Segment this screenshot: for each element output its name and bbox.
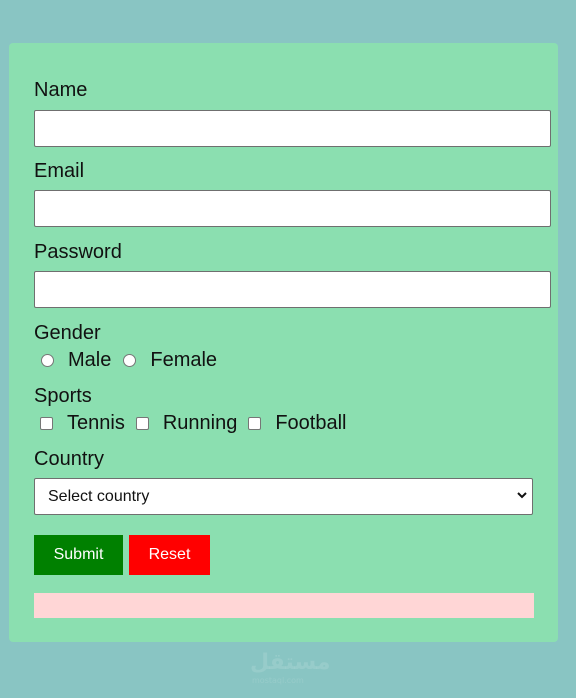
submit-button[interactable]: Submit [34,535,123,575]
reset-button[interactable]: Reset [129,535,210,575]
email-label: Email [34,160,85,182]
sport-tennis-checkbox[interactable] [40,417,53,430]
watermark-logo: مستقل [250,650,331,675]
sports-label: Sports [34,385,92,407]
email-input[interactable] [34,190,551,227]
watermark-domain: mostaql.com [252,676,304,685]
sport-football-checkbox[interactable] [248,417,262,430]
sports-options: Tennis Running Football [40,412,346,435]
gender-female-label: Female [150,349,218,371]
sport-running-label: Running [162,412,238,434]
gender-female-radio[interactable] [123,354,137,367]
form-message [34,593,534,618]
country-select-value: Select country [48,488,150,505]
password-label: Password [34,241,122,263]
sport-football-label: Football [275,412,347,434]
registration-form: Name Email Password Gender Male Female S… [9,43,558,642]
gender-options: Male Female [41,349,217,372]
gender-label: Gender [34,322,101,344]
name-label: Name [34,79,88,101]
country-select[interactable]: Select country [34,478,533,515]
chevron-down-icon [517,492,527,499]
country-label: Country [34,448,105,470]
gender-male-label: Male [68,349,112,371]
sport-running-checkbox[interactable] [135,417,149,430]
password-input[interactable] [34,271,551,308]
name-input[interactable] [34,110,551,147]
gender-male-radio[interactable] [41,354,54,367]
sport-tennis-label: Tennis [67,412,125,434]
